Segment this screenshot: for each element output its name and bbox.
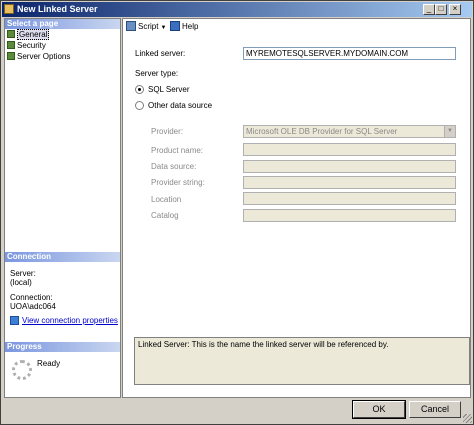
description-panel: Linked Server: This is the name the link… bbox=[134, 337, 470, 385]
help-icon bbox=[170, 21, 180, 31]
progress-status: Ready bbox=[37, 359, 61, 368]
page-security[interactable]: Security bbox=[7, 41, 46, 51]
toolbar: Script ▼ Help bbox=[123, 19, 470, 34]
data-source-input[interactable] bbox=[243, 160, 456, 173]
page-icon bbox=[7, 52, 15, 60]
right-pane: Script ▼ Help Linked server: MYREMOTESQLS… bbox=[122, 18, 471, 398]
minimize-button[interactable]: _ bbox=[423, 4, 435, 15]
product-name-input[interactable] bbox=[243, 143, 456, 156]
view-connection-properties-label: View connection properties bbox=[22, 316, 118, 325]
page-general[interactable]: General bbox=[7, 29, 50, 40]
script-button[interactable]: Script ▼ bbox=[126, 21, 166, 32]
sql-server-radio[interactable] bbox=[135, 85, 144, 94]
page-server-options[interactable]: Server Options bbox=[7, 52, 70, 62]
title-bar: New Linked Server _ □ × bbox=[2, 2, 472, 17]
page-icon bbox=[7, 41, 15, 49]
sql-server-option-label[interactable]: SQL Server bbox=[148, 85, 190, 94]
left-pane: Select a page General Security Server Op… bbox=[4, 18, 121, 398]
provider-string-input[interactable] bbox=[243, 176, 456, 189]
page-general-label: General bbox=[17, 29, 50, 40]
linked-server-input[interactable]: MYREMOTESQLSERVER.MYDOMAIN.COM bbox=[243, 47, 456, 60]
other-data-source-option-label[interactable]: Other data source bbox=[148, 101, 212, 110]
page-icon bbox=[7, 30, 15, 38]
close-button[interactable]: × bbox=[449, 4, 461, 15]
connection-properties-icon bbox=[10, 316, 19, 325]
new-linked-server-dialog: New Linked Server _ □ × Select a page Ge… bbox=[0, 0, 474, 425]
connection-label: Connection: bbox=[10, 293, 53, 302]
select-page-header: Select a page bbox=[5, 19, 120, 29]
provider-label: Provider: bbox=[151, 127, 184, 136]
page-security-label: Security bbox=[17, 41, 46, 50]
script-dropdown-icon[interactable]: ▼ bbox=[160, 23, 166, 34]
connection-header: Connection bbox=[5, 252, 120, 262]
provider-select[interactable]: Microsoft OLE DB Provider for SQL Server… bbox=[243, 125, 456, 138]
product-name-label: Product name: bbox=[151, 146, 204, 155]
script-icon bbox=[126, 21, 136, 31]
server-type-label: Server type: bbox=[135, 69, 179, 78]
location-label: Location bbox=[151, 195, 182, 204]
linked-server-label: Linked server: bbox=[135, 49, 186, 58]
data-source-label: Data source: bbox=[151, 162, 197, 171]
resize-grip-icon[interactable] bbox=[463, 414, 472, 423]
progress-header: Progress bbox=[5, 342, 120, 352]
connection-value: UOA\adc064 bbox=[10, 302, 56, 311]
provider-value: Microsoft OLE DB Provider for SQL Server bbox=[246, 127, 398, 136]
view-connection-properties-link[interactable]: View connection properties bbox=[10, 316, 118, 325]
ok-button[interactable]: OK bbox=[352, 400, 406, 419]
progress-spinner-icon bbox=[12, 360, 32, 380]
cancel-button[interactable]: Cancel bbox=[409, 401, 461, 418]
window-title: New Linked Server bbox=[17, 4, 98, 14]
provider-string-label: Provider string: bbox=[151, 178, 205, 187]
help-label: Help bbox=[182, 22, 199, 31]
help-button[interactable]: Help bbox=[170, 21, 198, 32]
catalog-input[interactable] bbox=[243, 209, 456, 222]
script-label: Script bbox=[138, 22, 159, 31]
page-server-options-label: Server Options bbox=[17, 52, 71, 61]
location-input[interactable] bbox=[243, 192, 456, 205]
other-data-source-radio[interactable] bbox=[135, 101, 144, 110]
chevron-down-icon[interactable]: ▼ bbox=[444, 126, 455, 137]
app-icon bbox=[4, 4, 14, 14]
catalog-label: Catalog bbox=[151, 211, 179, 220]
server-value: (local) bbox=[10, 278, 32, 287]
maximize-button[interactable]: □ bbox=[435, 4, 447, 15]
server-label: Server: bbox=[10, 269, 36, 278]
